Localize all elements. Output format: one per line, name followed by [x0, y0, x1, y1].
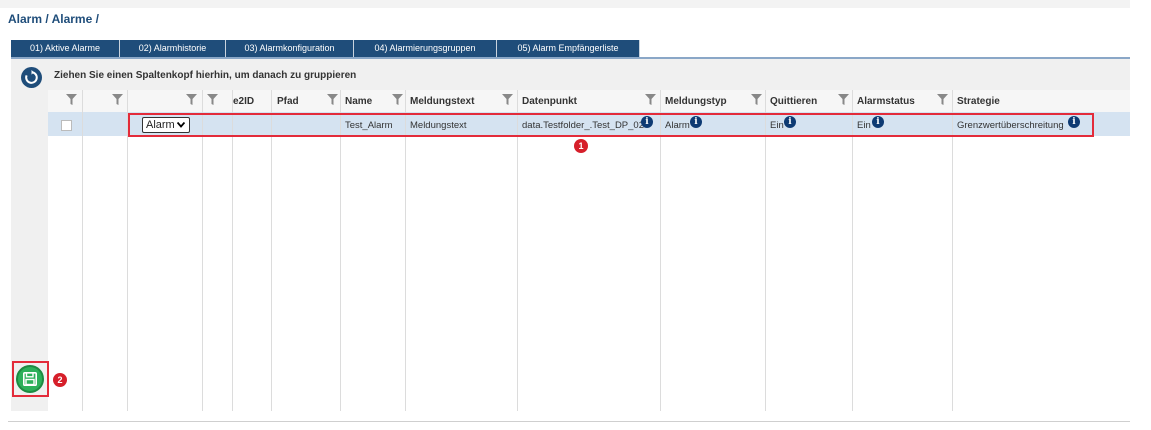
filter-icon[interactable]: [838, 94, 849, 105]
refresh-button[interactable]: [21, 67, 42, 88]
filter-icon[interactable]: [327, 94, 338, 105]
col-separator: [765, 90, 766, 411]
save-button[interactable]: [16, 365, 44, 393]
filter-icon[interactable]: [207, 94, 218, 105]
save-icon: [23, 372, 37, 386]
col-separator: [127, 90, 128, 411]
row-select-checkbox[interactable]: [61, 120, 72, 131]
tab-alarmkonfiguration[interactable]: 03) Alarmkonfiguration: [226, 40, 354, 57]
column-header-meldungstext[interactable]: Meldungstext: [410, 96, 474, 107]
col-separator: [660, 90, 661, 411]
tab-alarmierungsgruppen[interactable]: 04) Alarmierungsgruppen: [354, 40, 497, 57]
col-separator: [232, 90, 233, 411]
tab-aktive-alarme[interactable]: 01) Aktive Alarme: [11, 40, 120, 57]
column-header-e2id[interactable]: e2ID: [233, 96, 254, 107]
filter-icon[interactable]: [392, 94, 403, 105]
group-drop-zone[interactable]: Ziehen Sie einen Spaltenkopf hierhin, um…: [48, 59, 1130, 90]
refresh-icon: [25, 70, 38, 84]
filter-icon[interactable]: [186, 94, 197, 105]
col-separator: [271, 90, 272, 411]
tab-alarm-empfaengerliste[interactable]: 05) Alarm Empfängerliste: [497, 40, 640, 57]
col-separator: [852, 90, 853, 411]
column-header-datenpunkt[interactable]: Datenpunkt: [522, 96, 577, 107]
filter-icon[interactable]: [645, 94, 656, 105]
column-header-meldungstyp[interactable]: Meldungstyp: [665, 96, 727, 107]
column-header-pfad[interactable]: Pfad: [277, 96, 299, 107]
column-header-strategie[interactable]: Strategie: [957, 96, 1000, 107]
col-separator: [202, 90, 203, 411]
filter-icon[interactable]: [937, 94, 948, 105]
column-header-name[interactable]: Name: [345, 96, 372, 107]
row-highlight-frame: [128, 113, 1094, 137]
bottom-divider: [8, 421, 1130, 422]
tab-bar: 01) Aktive Alarme 02) Alarmhistorie 03) …: [11, 40, 640, 57]
col-separator: [517, 90, 518, 411]
filter-icon[interactable]: [66, 94, 77, 105]
column-header-alarmstatus[interactable]: Alarmstatus: [857, 96, 915, 107]
breadcrumb: Alarm / Alarme /: [8, 12, 99, 26]
group-hint: Ziehen Sie einen Spaltenkopf hierhin, um…: [54, 70, 357, 81]
alarm-grid: Ziehen Sie einen Spaltenkopf hierhin, um…: [11, 59, 1130, 411]
annotation-badge-1: 1: [574, 139, 588, 153]
filter-icon[interactable]: [502, 94, 513, 105]
filter-icon[interactable]: [112, 94, 123, 105]
top-band: [0, 0, 1130, 8]
col-separator: [340, 90, 341, 411]
annotation-badge-2: 2: [53, 373, 67, 387]
grid-toolbar-column: [11, 59, 48, 411]
tab-alarmhistorie[interactable]: 02) Alarmhistorie: [120, 40, 226, 57]
col-separator: [82, 90, 83, 411]
column-header-quittieren[interactable]: Quittieren: [770, 96, 817, 107]
filter-icon[interactable]: [751, 94, 762, 105]
col-separator: [405, 90, 406, 411]
col-separator: [952, 90, 953, 411]
